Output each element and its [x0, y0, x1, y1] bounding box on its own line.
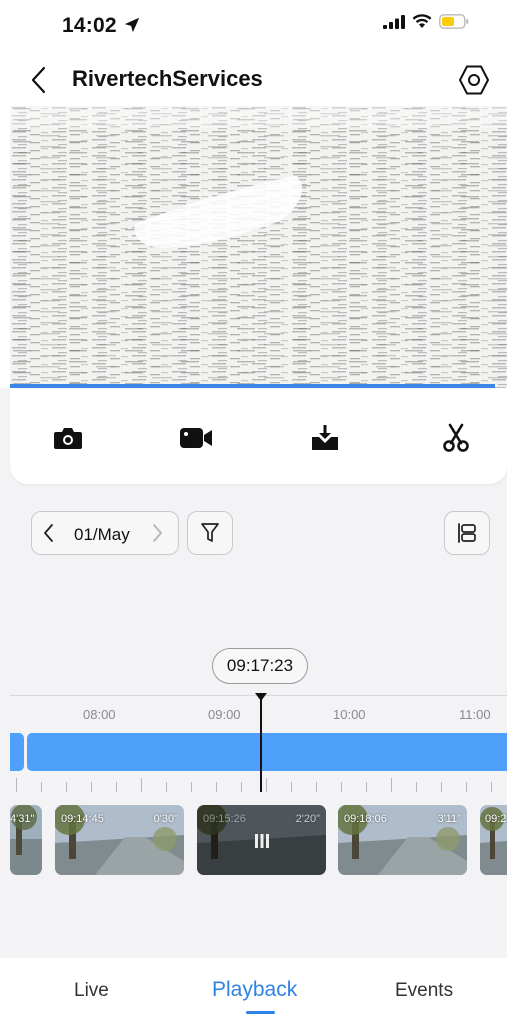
- clip-start-time: 09:15:26: [203, 813, 246, 825]
- wifi-icon: [412, 14, 432, 28]
- tick-label-1100: 11:00: [459, 707, 491, 722]
- settings-button[interactable]: [456, 62, 492, 98]
- record-button[interactable]: [176, 418, 216, 458]
- timeline-tick: [391, 778, 392, 792]
- clip-thumbnail[interactable]: 09:2: [480, 805, 507, 875]
- active-tab-indicator: [246, 1011, 275, 1014]
- status-indicators: [383, 14, 469, 29]
- clip-start-time: 09:14:45: [61, 813, 104, 825]
- prev-date-button[interactable]: [42, 522, 56, 549]
- clip-duration: 2'20": [295, 813, 320, 825]
- pause-icon: [255, 834, 269, 848]
- timeline-tick: [91, 782, 92, 792]
- layout-list-icon: [458, 523, 476, 543]
- filter-button[interactable]: [187, 511, 233, 555]
- recording-segment[interactable]: [27, 733, 507, 771]
- filter-icon: [201, 523, 219, 542]
- timeline-tick: [266, 778, 267, 792]
- recording-segment[interactable]: [10, 733, 24, 771]
- current-time-bubble: 09:17:23: [212, 648, 308, 684]
- download-icon: [312, 425, 338, 450]
- timeline-tick: [466, 782, 467, 792]
- clip-thumbnail[interactable]: 4'31": [10, 805, 42, 875]
- next-date-button[interactable]: [150, 522, 164, 549]
- download-button[interactable]: [305, 418, 345, 458]
- back-button[interactable]: [28, 62, 52, 98]
- video-player[interactable]: [10, 106, 507, 388]
- page-title: RivertechServices: [72, 66, 263, 91]
- clip-start-time: 09:2: [485, 813, 507, 825]
- hex-gear-icon: [459, 65, 489, 95]
- camera-icon: [54, 428, 82, 449]
- tick-label-0800: 08:00: [83, 707, 116, 722]
- timeline-cursor-marker: [255, 693, 267, 701]
- tab-events[interactable]: Events: [395, 980, 453, 1002]
- timeline-tick: [16, 778, 17, 792]
- timeline-tick: [116, 782, 117, 792]
- status-time: 14:02: [62, 14, 141, 38]
- date-label[interactable]: 01/May: [74, 525, 130, 545]
- clip-duration: 0'30": [153, 813, 178, 825]
- clip-button[interactable]: [436, 418, 476, 458]
- signal-icon: [383, 14, 405, 29]
- chevron-left-icon: [31, 66, 46, 94]
- video-record-icon: [180, 428, 212, 448]
- battery-icon: [439, 14, 469, 29]
- scissors-icon: [443, 423, 469, 452]
- snapshot-button[interactable]: [48, 418, 88, 458]
- timeline-tick: [416, 782, 417, 792]
- timeline-tick: [291, 782, 292, 792]
- timeline-tick: [66, 782, 67, 792]
- clip-thumbnail-playing[interactable]: 09:15:26 2'20": [197, 805, 326, 875]
- clip-start-time: 09:18:06: [344, 813, 387, 825]
- timeline-ticks: [10, 778, 507, 794]
- timeline-cursor[interactable]: [260, 698, 262, 792]
- timeline-tick: [41, 782, 42, 792]
- tab-live[interactable]: Live: [74, 980, 109, 1002]
- location-arrow-icon: [124, 17, 139, 33]
- timeline-tick: [191, 782, 192, 792]
- timeline-tick: [366, 782, 367, 792]
- clip-thumbnail[interactable]: 09:18:06 3'11": [338, 805, 467, 875]
- timeline-tick: [166, 782, 167, 792]
- tick-label-1000: 10:00: [333, 707, 366, 722]
- tab-playback[interactable]: Playback: [212, 978, 297, 1002]
- timeline-tick: [491, 782, 492, 792]
- timeline-tick: [316, 782, 317, 792]
- chevron-right-icon: [153, 524, 162, 542]
- timeline-tick: [141, 778, 142, 792]
- layout-toggle-button[interactable]: [444, 511, 490, 555]
- chevron-left-icon: [44, 524, 53, 542]
- tick-label-0900: 09:00: [208, 707, 241, 722]
- timeline-tick: [341, 782, 342, 792]
- timeline-tick: [441, 782, 442, 792]
- clip-thumbnail[interactable]: 09:14:45 0'30": [55, 805, 184, 875]
- video-frame: [10, 106, 507, 388]
- clip-duration: 3'11": [437, 813, 461, 825]
- timeline-tick: [241, 782, 242, 792]
- clip-duration: 4'31": [10, 813, 35, 825]
- timeline-tick: [216, 782, 217, 792]
